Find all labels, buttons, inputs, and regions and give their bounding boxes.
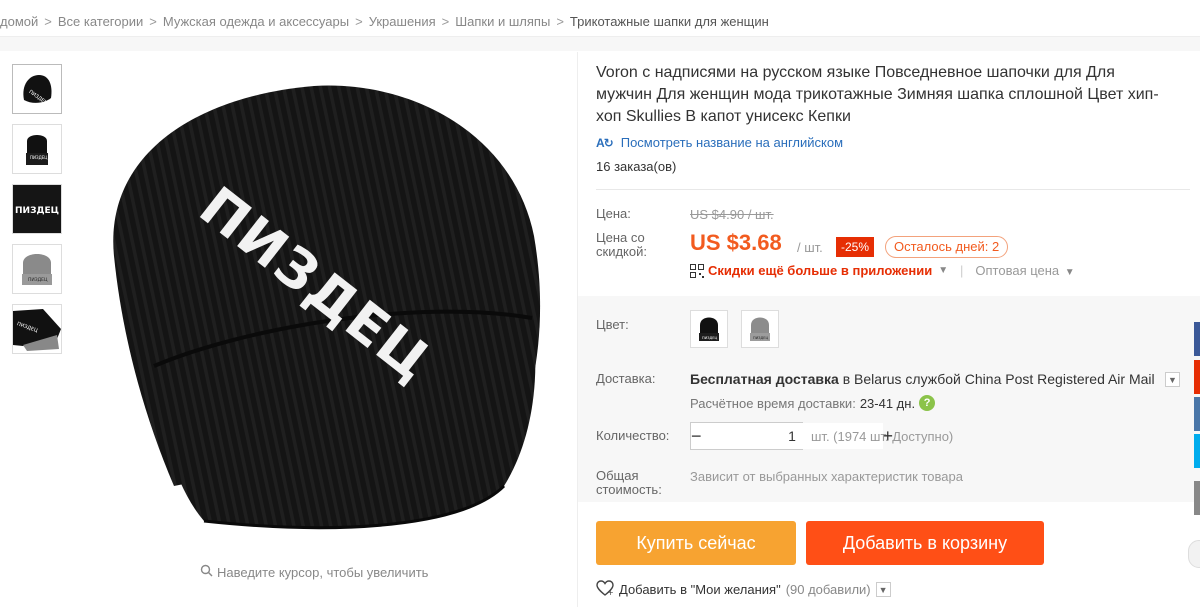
thumbnail-black-beanie-folded[interactable]: ПИЗДЕЦ bbox=[12, 304, 62, 354]
breadcrumb-all-categories[interactable]: Все категории bbox=[58, 14, 143, 29]
free-shipping-text: Бесплатная доставка bbox=[690, 371, 839, 387]
total-cost-label-line1: Общая bbox=[596, 468, 639, 483]
share-icon[interactable] bbox=[1194, 481, 1200, 515]
total-cost-label-line2: стоимость: bbox=[596, 482, 662, 497]
quantity-stepper: − + bbox=[690, 422, 893, 450]
quantity-available: шт. (1974 шт. Доступно) bbox=[811, 429, 954, 444]
breadcrumb: домой > Все категории > Мужская одежда и… bbox=[0, 10, 769, 32]
magnifier-icon bbox=[200, 564, 213, 580]
app-discount-link[interactable]: Скидки ещё больше в приложении ▼ bbox=[690, 263, 948, 278]
chevron-down-icon[interactable]: ▼ bbox=[875, 582, 891, 597]
color-swatch-gray[interactable]: ПИЗДЕЦ bbox=[741, 310, 779, 348]
decrease-quantity-button[interactable]: − bbox=[691, 423, 702, 449]
discount-badge: -25% bbox=[836, 237, 875, 257]
breadcrumb-hats[interactable]: Шапки и шляпы bbox=[455, 14, 550, 29]
thumbnail-black-beanie-front[interactable]: ПИЗДЕЦ bbox=[12, 124, 62, 174]
svg-text:ПИЗДЕЦ: ПИЗДЕЦ bbox=[702, 336, 717, 340]
svg-text:ПИЗДЕЦ: ПИЗДЕЦ bbox=[30, 155, 47, 160]
delivery-estimate-label: Расчётное время доставки: bbox=[690, 395, 856, 411]
facebook-share-icon[interactable] bbox=[1194, 322, 1200, 356]
qr-code-icon bbox=[690, 263, 704, 278]
discount-price-label-line2: скидкой: bbox=[596, 244, 647, 259]
thumbnail-list: ПИЗДЕЦ ПИЗДЕЦ ПИЗДЕЦ ПИЗДЕЦ ПИЗДЕЦ bbox=[12, 64, 62, 364]
shipping-info: Бесплатная доставка в Belarus службой Ch… bbox=[690, 371, 1155, 387]
color-label: Цвет: bbox=[596, 317, 629, 332]
discount-price-label: Цена со скидкой: bbox=[596, 231, 647, 259]
days-left-badge: Осталось дней: 2 bbox=[885, 236, 1009, 258]
chevron-down-icon: ▼ bbox=[1064, 267, 1075, 278]
original-price: US $4.90 / шт. bbox=[690, 207, 774, 222]
pinterest-share-icon[interactable] bbox=[1194, 360, 1200, 394]
translate-icon: А↻ bbox=[596, 135, 614, 150]
per-unit-label: / шт. bbox=[797, 240, 823, 255]
delivery-days: 23-41 дн. bbox=[859, 395, 916, 411]
zoom-hint-text: Наведите курсор, чтобы увеличить bbox=[217, 564, 429, 580]
breadcrumb-mens-clothing[interactable]: Мужская одежда и аксессуары bbox=[163, 14, 349, 29]
discount-price-label-line1: Цена со bbox=[596, 230, 645, 245]
app-discount-text[interactable]: Скидки ещё больше в приложении bbox=[708, 263, 932, 278]
delivery-estimate: Расчётное время доставки: 23-41 дн. ? bbox=[690, 395, 936, 411]
chevron-down-icon: ▼ bbox=[938, 265, 949, 276]
breadcrumb-separator: > bbox=[355, 13, 363, 29]
breadcrumb-jewelry[interactable]: Украшения bbox=[369, 14, 436, 29]
translate-link-text[interactable]: Посмотреть название на английском bbox=[621, 135, 843, 150]
zoom-hint: Наведите курсор, чтобы увеличить bbox=[200, 564, 428, 580]
header-band bbox=[0, 37, 1200, 51]
color-swatch-black[interactable]: ПИЗДЕЦ bbox=[690, 310, 728, 348]
add-to-wishlist[interactable]: + Добавить в "Мои желания" (90 добавили)… bbox=[596, 580, 891, 599]
translate-icon-glyph: А bbox=[596, 135, 605, 150]
breadcrumb-separator: > bbox=[441, 13, 450, 29]
add-to-cart-button[interactable]: Добавить в корзину bbox=[806, 521, 1044, 565]
product-title: Voron с надписями на русском языке Повсе… bbox=[596, 64, 1159, 125]
wholesale-price-link[interactable]: | Оптовая цена ▼ bbox=[960, 263, 1075, 278]
price-label: Цена: bbox=[596, 206, 631, 221]
wishlist-text[interactable]: Добавить в "Мои желания" bbox=[619, 582, 781, 597]
svg-text:+: + bbox=[607, 588, 614, 596]
shipping-dropdown-icon[interactable]: ▼ bbox=[1165, 372, 1180, 387]
svg-text:ПИЗДЕЦ: ПИЗДЕЦ bbox=[15, 206, 59, 216]
image-gallery: ПИЗДЕЦ ПИЗДЕЦ ПИЗДЕЦ ПИЗДЕЦ ПИЗДЕЦ ПИЗДЕ… bbox=[0, 52, 578, 607]
breadcrumb-separator: > bbox=[556, 13, 564, 29]
breadcrumb-home[interactable]: домой bbox=[0, 14, 38, 29]
product-page: домой > Все категории > Мужская одежда и… bbox=[0, 0, 1200, 607]
shipping-country[interactable]: Belarus bbox=[854, 371, 901, 387]
shipping-service[interactable]: China Post Registered Air Mail bbox=[965, 371, 1155, 387]
breadcrumb-current: Трикотажные шапки для женщин bbox=[569, 13, 769, 29]
product-main-image[interactable]: ПИЗДЕЦ bbox=[84, 66, 559, 546]
divider bbox=[596, 189, 1190, 190]
scroll-top-button[interactable] bbox=[1188, 540, 1200, 568]
buy-now-button[interactable]: Купить сейчас bbox=[596, 521, 796, 565]
product-info: Voron с надписями на русском языке Повсе… bbox=[596, 52, 1200, 174]
order-count: 16 заказа(ов) bbox=[596, 159, 677, 174]
thumbnail-black-beanie[interactable]: ПИЗДЕЦ bbox=[12, 64, 62, 114]
wholesale-price-text[interactable]: Оптовая цена bbox=[975, 263, 1059, 278]
separator: | bbox=[960, 263, 964, 278]
thumbnail-black-beanie-text[interactable]: ПИЗДЕЦ bbox=[12, 184, 62, 234]
svg-text:ПИЗДЕЦ: ПИЗДЕЦ bbox=[753, 336, 768, 340]
vk-share-icon[interactable] bbox=[1194, 397, 1200, 431]
wishlist-count: (90 добавили) bbox=[785, 582, 871, 597]
heart-icon: + bbox=[596, 580, 614, 599]
shipping-to-text: в bbox=[842, 371, 851, 387]
help-icon[interactable]: ? bbox=[919, 395, 936, 411]
total-cost-label: Общая стоимость: bbox=[596, 469, 662, 497]
svg-text:ПИЗДЕЦ: ПИЗДЕЦ bbox=[28, 277, 48, 283]
shipping-label: Доставка: bbox=[596, 371, 656, 386]
shipping-via-text: службой bbox=[905, 371, 961, 387]
quantity-label: Количество: bbox=[596, 428, 670, 443]
translate-link[interactable]: А↻ Посмотреть название на английском bbox=[596, 135, 1200, 150]
breadcrumb-separator: > bbox=[149, 13, 157, 29]
sale-price: US $3.68 bbox=[690, 230, 782, 255]
breadcrumb-separator: > bbox=[44, 13, 52, 29]
total-cost-note: Зависит от выбранных характеристик товар… bbox=[690, 469, 963, 484]
thumbnail-gray-beanie[interactable]: ПИЗДЕЦ bbox=[12, 244, 62, 294]
twitter-share-icon[interactable] bbox=[1194, 434, 1200, 468]
